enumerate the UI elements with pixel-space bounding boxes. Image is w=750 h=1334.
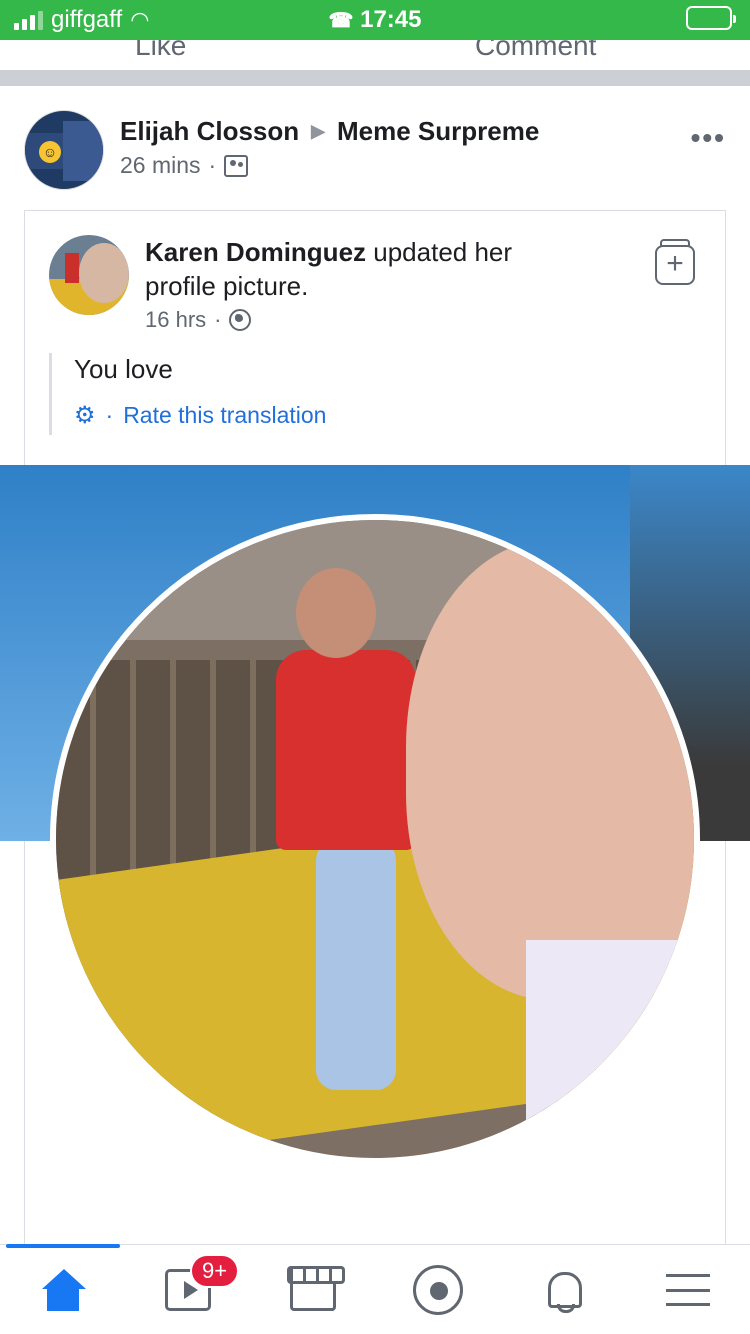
author-name-link[interactable]: Elijah Closson (120, 116, 299, 147)
menu-icon (665, 1273, 710, 1306)
post-time[interactable]: 26 mins (120, 152, 201, 179)
author-avatar[interactable]: ☺ (24, 110, 104, 190)
post-header-names: Elijah Closson ▶ Meme Surpreme (120, 116, 539, 147)
nav-home[interactable] (0, 1245, 125, 1334)
marketplace-icon (286, 1265, 345, 1311)
nav-menu[interactable] (625, 1245, 750, 1334)
save-post-button[interactable]: + (655, 239, 695, 285)
globe-icon (229, 309, 252, 331)
groups-icon (412, 1264, 463, 1315)
shared-post-meta: 16 hrs · (145, 307, 252, 333)
rate-translation-row[interactable]: ⚙ · Rate this translation (74, 401, 549, 430)
home-icon (40, 1268, 86, 1311)
post-meta: 26 mins · (120, 152, 249, 179)
feed-post: ☺ Elijah Closson ▶ Meme Surpreme 26 mins… (0, 86, 750, 1244)
translated-text: You love (74, 354, 173, 384)
feed-divider (0, 70, 750, 86)
shared-author-avatar[interactable] (49, 235, 129, 315)
profile-picture-image[interactable] (50, 514, 700, 1164)
clock: 17:45 (360, 6, 422, 33)
active-tab-indicator (6, 1244, 120, 1248)
nav-notifications[interactable] (500, 1245, 625, 1334)
previous-post-actions: Like Comment (0, 40, 750, 70)
previous-like-button[interactable]: Like (135, 40, 186, 62)
phone-icon: ☎ (328, 10, 354, 32)
status-bar: giffgaff ◠ ☎ 17:45 (0, 0, 750, 40)
group-name-link[interactable]: Meme Surpreme (337, 116, 539, 147)
more-options-button[interactable]: ••• (691, 122, 726, 154)
watch-notification-badge: 9+ (190, 1254, 240, 1288)
nav-groups[interactable] (375, 1245, 500, 1334)
group-audience-icon (224, 154, 249, 177)
battery-charging-icon (686, 6, 736, 30)
gear-icon[interactable]: ⚙ (74, 401, 96, 430)
emoji-icon: ☺ (39, 141, 61, 163)
shared-post-time[interactable]: 16 hrs (145, 307, 206, 333)
shared-author-name-link[interactable]: Karen Dominguez (145, 237, 366, 267)
previous-comment-button[interactable]: Comment (475, 40, 596, 62)
right-arrow-icon: ▶ (311, 121, 325, 141)
bell-icon (543, 1268, 583, 1313)
translation-block: You love ⚙ · Rate this translation (49, 353, 549, 435)
shared-post-headline: Karen Dominguez updated her profile pict… (145, 235, 585, 303)
bottom-nav (0, 1244, 750, 1334)
rate-translation-link[interactable]: Rate this translation (123, 402, 326, 429)
nav-marketplace[interactable] (250, 1245, 375, 1334)
